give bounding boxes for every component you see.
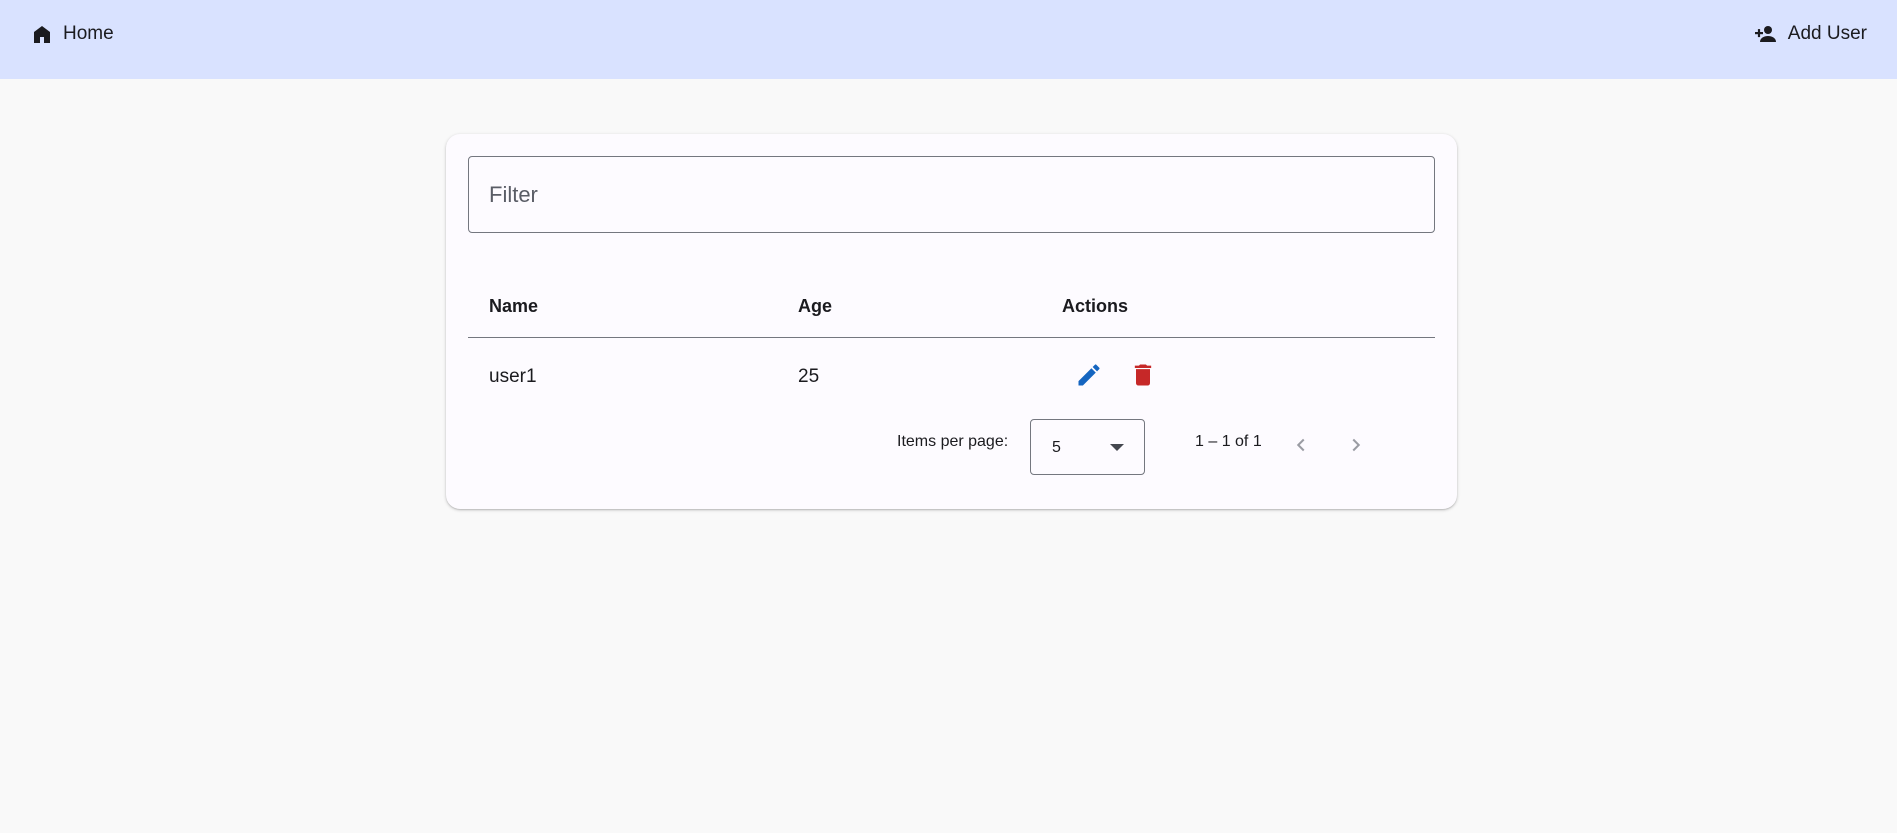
- add-user-label: Add User: [1787, 23, 1867, 44]
- page-size-value: 5: [1052, 439, 1061, 456]
- home-label: Home: [63, 23, 114, 44]
- dropdown-arrow-icon: [1110, 444, 1124, 451]
- filter-field[interactable]: [468, 156, 1435, 233]
- home-icon: [30, 22, 54, 46]
- person-add-icon: [1753, 22, 1779, 46]
- chevron-left-icon: [1290, 434, 1312, 461]
- paginator: Items per page: 5 1 – 1 of 1: [446, 410, 1457, 475]
- filter-input[interactable]: [469, 157, 1434, 232]
- delete-icon: [1129, 361, 1157, 394]
- page-size-select[interactable]: 5: [1030, 419, 1145, 475]
- column-header-name[interactable]: Name: [489, 296, 538, 317]
- next-page-button[interactable]: [1336, 427, 1376, 467]
- column-header-actions: Actions: [1062, 296, 1129, 316]
- home-button[interactable]: Home: [30, 14, 114, 54]
- cell-name: user1: [489, 366, 537, 387]
- table-header: Name Age Actions: [468, 274, 1435, 338]
- edit-icon: [1075, 361, 1103, 394]
- top-toolbar: Home Add User: [0, 0, 1897, 79]
- users-card: Name Age Actions user1 25 Items per page…: [446, 134, 1457, 509]
- delete-button[interactable]: [1125, 359, 1161, 395]
- previous-page-button[interactable]: [1281, 427, 1321, 467]
- table-row: user1 25: [468, 339, 1435, 411]
- add-user-button[interactable]: Add User: [1753, 14, 1867, 54]
- chevron-right-icon: [1345, 434, 1367, 461]
- edit-button[interactable]: [1071, 359, 1107, 395]
- items-per-page-label: Items per page:: [897, 433, 1009, 450]
- cell-age: 25: [798, 366, 820, 387]
- column-header-age[interactable]: Age: [798, 296, 832, 317]
- range-label: 1 – 1 of 1: [1195, 433, 1262, 450]
